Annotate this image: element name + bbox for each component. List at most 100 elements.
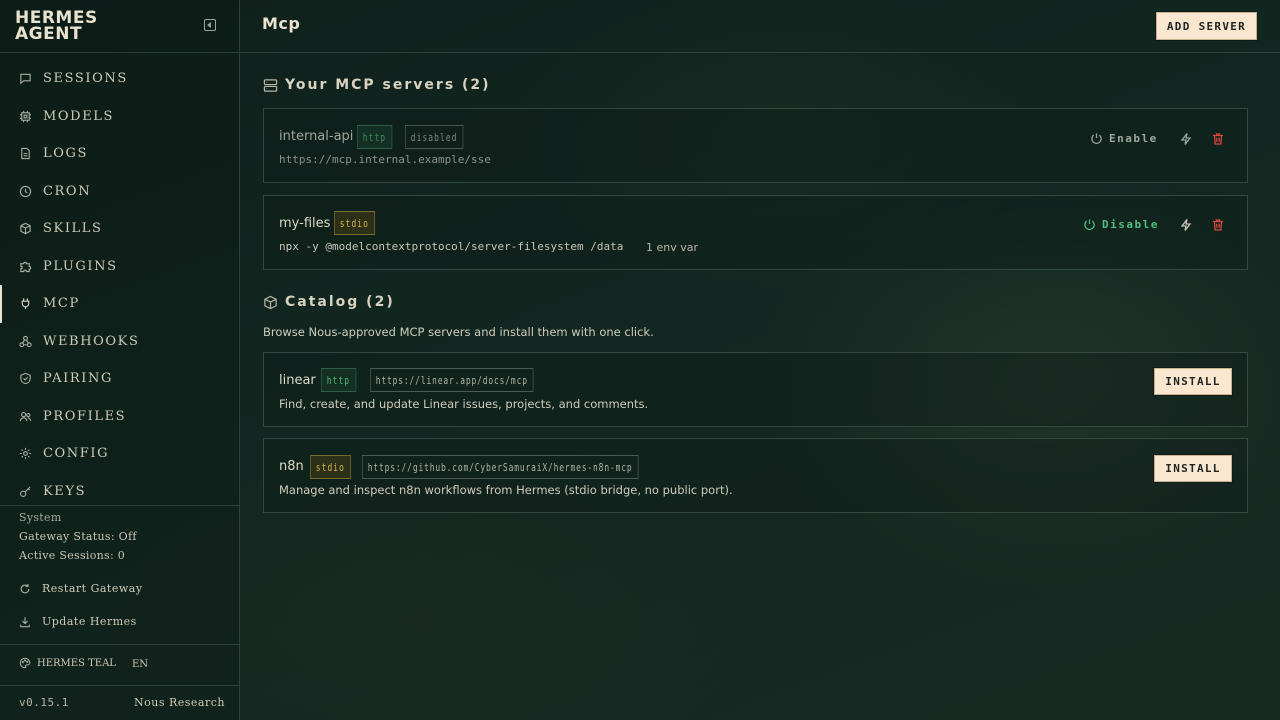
server-icon	[263, 78, 278, 92]
sidebar-item-skills[interactable]: SKILLS	[0, 210, 240, 248]
restart-gateway-label: Restart Gateway	[42, 582, 143, 595]
system-section-label: System	[19, 511, 62, 524]
update-hermes-button[interactable]: Update Hermes	[19, 615, 137, 628]
catalog-item-url[interactable]: https://linear.app/docs/mcp	[370, 368, 534, 392]
catalog-item-url[interactable]: https://github.com/CyberSamuraiX/hermes-…	[362, 455, 639, 479]
sidebar-item-mcp[interactable]: MCP	[0, 285, 240, 323]
language-switcher[interactable]: EN	[132, 659, 148, 670]
server-endpoint: https://mcp.internal.example/sse	[279, 153, 491, 166]
transport-badge-http: http	[357, 125, 392, 149]
sidebar-nav: SESSIONS MODELS LOGS CRON SKILLS PLUGINS…	[0, 60, 240, 510]
sidebar-item-models[interactable]: MODELS	[0, 98, 240, 136]
page-header: Mcp ADD SERVER	[240, 0, 1280, 53]
servers-section-title: Your MCP servers (2)	[263, 77, 491, 93]
active-sessions: Active Sessions: 0	[19, 549, 126, 562]
app-version: v0.15.1	[19, 696, 69, 709]
catalog-item-description: Manage and inspect n8n workflows from He…	[279, 483, 733, 497]
webhook-icon	[19, 335, 32, 347]
install-button[interactable]: INSTALL	[1154, 455, 1232, 482]
sidebar-item-label: KEYS	[43, 483, 87, 499]
status-badge-disabled: disabled	[405, 125, 464, 149]
test-connection-icon[interactable]	[1179, 218, 1193, 232]
catalog-item-name: n8n	[279, 459, 304, 474]
package-icon	[20, 223, 31, 235]
restart-gateway-button[interactable]: Restart Gateway	[19, 582, 143, 595]
catalog-card-linear: linear http https://linear.app/docs/mcp …	[263, 352, 1248, 427]
server-card-internal-api: internal-api http disabled https://mcp.i…	[263, 108, 1248, 183]
test-connection-icon[interactable]	[1179, 132, 1193, 146]
sidebar-item-label: CONFIG	[43, 446, 110, 462]
transport-badge-stdio: stdio	[334, 211, 375, 235]
catalog-intro: Browse Nous-approved MCP servers and ins…	[263, 325, 654, 339]
disable-button[interactable]: Disable	[1083, 218, 1159, 231]
sidebar-item-sessions[interactable]: SESSIONS	[0, 60, 240, 98]
server-name: internal-api	[279, 129, 354, 144]
refresh-icon	[20, 583, 30, 593]
delete-icon[interactable]	[1211, 218, 1225, 232]
sidebar-item-label: SKILLS	[43, 221, 103, 237]
transport-badge-stdio: stdio	[310, 455, 351, 479]
catalog-item-description: Find, create, and update Linear issues, …	[279, 397, 649, 411]
page-title: Mcp	[262, 14, 301, 33]
theme-label: HERMES TEAL	[37, 657, 116, 669]
update-hermes-label: Update Hermes	[42, 615, 137, 628]
document-icon	[21, 148, 30, 160]
collapse-sidebar-icon[interactable]	[204, 19, 216, 31]
palette-icon	[19, 657, 31, 669]
env-var-count: 1 env var	[646, 241, 699, 254]
power-icon	[1091, 133, 1102, 144]
divider	[0, 685, 240, 686]
enable-label: Enable	[1109, 132, 1158, 145]
sidebar-item-label: PROFILES	[43, 408, 127, 424]
sidebar-item-pairing[interactable]: PAIRING	[0, 360, 240, 398]
sidebar-item-label: MODELS	[43, 108, 115, 124]
catalog-title-text: Catalog (2)	[285, 294, 395, 310]
catalog-section-title: Catalog (2)	[263, 294, 395, 310]
gear-icon	[19, 448, 32, 460]
clock-icon	[19, 185, 32, 197]
transport-badge-http: http	[321, 368, 356, 392]
cpu-chip-icon	[19, 110, 32, 122]
catalog-item-name: linear	[279, 373, 316, 388]
sidebar-item-label: SESSIONS	[43, 71, 128, 87]
delete-icon[interactable]	[1211, 132, 1225, 146]
disable-label: Disable	[1102, 218, 1159, 231]
key-icon	[20, 486, 31, 497]
sidebar-item-label: MCP	[43, 296, 80, 312]
server-command: npx -y @modelcontextprotocol/server-file…	[279, 240, 624, 253]
sidebar-item-label: LOGS	[43, 146, 88, 162]
servers-title-text: Your MCP servers (2)	[285, 77, 491, 93]
sidebar-item-label: CRON	[43, 183, 92, 199]
divider	[0, 505, 240, 506]
divider	[0, 644, 240, 645]
install-button[interactable]: INSTALL	[1154, 368, 1232, 395]
brand-logo[interactable]: HERMES AGENT	[15, 10, 98, 43]
server-card-my-files: my-files stdio npx -y @modelcontextproto…	[263, 195, 1248, 270]
gateway-status: Gateway Status: Off	[19, 530, 137, 543]
power-icon	[1084, 219, 1095, 230]
org-link[interactable]: Nous Research	[134, 696, 225, 709]
sidebar-item-cron[interactable]: CRON	[0, 173, 240, 211]
sidebar: HERMES AGENT SESSIONS MODELS LOGS CRON S…	[0, 0, 240, 720]
sidebar-item-config[interactable]: CONFIG	[0, 435, 240, 473]
chat-bubble-icon	[20, 74, 31, 85]
theme-switcher[interactable]: HERMES TEAL	[19, 657, 116, 669]
package-icon	[264, 295, 277, 309]
sidebar-item-logs[interactable]: LOGS	[0, 135, 240, 173]
catalog-card-n8n: n8n stdio https://github.com/CyberSamura…	[263, 438, 1248, 513]
shield-check-icon	[20, 373, 31, 385]
sidebar-item-label: PAIRING	[43, 371, 113, 387]
sidebar-item-label: WEBHOOKS	[43, 333, 140, 349]
download-icon	[20, 616, 30, 627]
add-server-button[interactable]: ADD SERVER	[1156, 12, 1257, 40]
users-icon	[19, 411, 32, 421]
divider	[0, 52, 240, 53]
plug-icon	[21, 298, 30, 310]
sidebar-item-label: PLUGINS	[43, 258, 118, 274]
enable-button[interactable]: Enable	[1090, 132, 1158, 145]
sidebar-item-profiles[interactable]: PROFILES	[0, 398, 240, 436]
puzzle-icon	[20, 261, 32, 272]
sidebar-item-webhooks[interactable]: WEBHOOKS	[0, 323, 240, 361]
sidebar-item-plugins[interactable]: PLUGINS	[0, 248, 240, 286]
server-name: my-files	[279, 216, 331, 231]
